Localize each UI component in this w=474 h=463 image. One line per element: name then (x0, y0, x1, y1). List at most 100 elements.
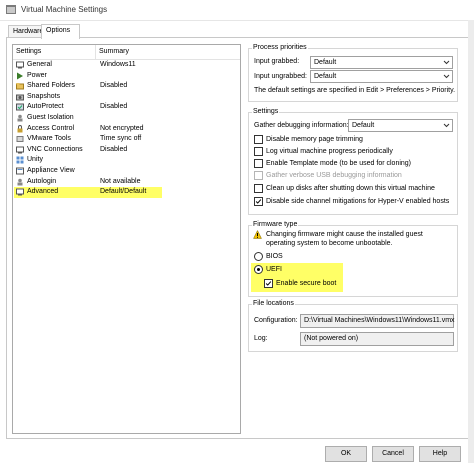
list-item-appliance-view[interactable]: Appliance View (14, 166, 239, 177)
uefi-radio[interactable] (254, 265, 263, 274)
list-item-label: VMware Tools (27, 135, 71, 143)
clean-up-disks-label: Clean up disks after shutting down this … (266, 185, 435, 192)
list-item-summary: Disabled (100, 103, 128, 111)
file-locations-legend: File locations (252, 300, 295, 307)
log-progress-label: Log virtual machine progress periodicall… (266, 148, 393, 155)
column-settings[interactable]: Settings (16, 48, 41, 55)
uefi-label: UEFI (266, 266, 282, 273)
list-item-label: Access Control (27, 124, 75, 132)
list-header: Settings Summary (13, 45, 240, 60)
list-item-label: Shared Folders (27, 82, 75, 90)
appliance-view-icon (16, 167, 24, 175)
firmware-warning-text: Changing firmware might cause the instal… (266, 231, 423, 247)
list-item-general[interactable]: General Windows11 (14, 60, 239, 71)
clean-up-disks-checkbox[interactable] (254, 184, 263, 193)
list-item-summary: Windows11 (100, 61, 136, 68)
disable-memory-trimming-checkbox[interactable] (254, 135, 263, 144)
checkmark-icon (265, 281, 272, 286)
list-item-label: Power (27, 71, 47, 79)
verbose-usb-checkbox (254, 171, 263, 180)
chevron-down-icon[interactable] (441, 57, 452, 68)
input-grabbed-value: Default (314, 59, 337, 66)
list-item-advanced[interactable]: Advanced Default/Default (14, 187, 162, 198)
log-progress-checkbox[interactable] (254, 147, 263, 156)
process-priorities-legend: Process priorities (252, 44, 308, 51)
list-item-summary: Disabled (100, 82, 128, 90)
template-mode-checkbox[interactable] (254, 159, 263, 168)
list-item-vmware-tools[interactable]: VMware Tools Time sync off (14, 134, 239, 145)
settings-legend: Settings (252, 108, 280, 115)
tab-options[interactable]: Options (41, 24, 80, 39)
help-button[interactable]: Help (419, 446, 461, 462)
vnc-icon (16, 146, 24, 154)
unity-icon (16, 156, 24, 164)
autologin-icon (17, 178, 23, 186)
list-item-label: AutoProtect (27, 103, 64, 111)
priority-note: The default settings are specified in Ed… (254, 87, 456, 94)
list-item-label: Guest Isolation (27, 114, 74, 121)
side-channel-checkbox[interactable] (254, 197, 263, 206)
list-item-autologin[interactable]: Autologin Not available (14, 177, 239, 188)
verbose-usb-label: Gather verbose USB debugging information (266, 172, 402, 179)
list-item-snapshots[interactable]: Snapshots (14, 92, 239, 103)
log-path-field[interactable]: (Not powered on) (300, 332, 454, 346)
list-item-label: Appliance View (27, 167, 75, 174)
secure-boot-label: Enable secure boot (276, 280, 337, 287)
list-item-label: Snapshots (27, 92, 61, 100)
bios-radio[interactable] (254, 252, 263, 261)
shared-folders-icon (16, 83, 24, 90)
page-scrollbar[interactable] (468, 20, 474, 463)
disable-memory-trimming-label: Disable memory page trimming (266, 136, 363, 143)
list-item-guest-isolation[interactable]: Guest Isolation (14, 113, 239, 124)
log-label: Log: (254, 335, 268, 342)
list-item-autoprotect[interactable]: AutoProtect Disabled (14, 102, 239, 113)
input-ungrabbed-select[interactable]: Default (310, 70, 453, 83)
guest-isolation-icon (17, 114, 23, 122)
input-grabbed-label: Input grabbed: (254, 58, 300, 65)
advanced-icon (16, 188, 24, 196)
warning-icon (253, 230, 262, 239)
list-item-summary: Time sync off (100, 135, 142, 143)
log-path-value: (Not powered on) (304, 335, 359, 342)
input-ungrabbed-label: Input ungrabbed: (254, 73, 307, 80)
input-ungrabbed-value: Default (314, 73, 337, 80)
input-grabbed-select[interactable]: Default (310, 56, 453, 69)
list-item-vnc-connections[interactable]: VNC Connections Disabled (14, 145, 239, 156)
vmware-app-icon (6, 5, 16, 14)
power-play-icon (17, 72, 23, 80)
list-item-summary: Not encrypted (100, 124, 144, 132)
configuration-label: Configuration: (254, 317, 298, 324)
configuration-path-value: D:\Virtual Machines\Windows11\Windows11.… (304, 317, 455, 324)
list-item-label: Unity (27, 156, 43, 164)
firmware-legend: Firmware type (252, 221, 299, 228)
list-item-unity[interactable]: Unity (14, 155, 239, 166)
autoprotect-icon (16, 103, 24, 111)
general-icon (16, 61, 24, 69)
gather-debug-value: Default (352, 122, 375, 129)
gather-debug-label: Gather debugging information: (254, 122, 349, 129)
list-item-shared-folders[interactable]: Shared Folders Disabled (14, 81, 239, 92)
list-item-label: Autologin (27, 177, 57, 185)
configuration-path-field[interactable]: D:\Virtual Machines\Windows11\Windows11.… (300, 314, 455, 328)
list-item-label: VNC Connections (27, 145, 83, 153)
bios-label: BIOS (266, 253, 283, 260)
list-item-summary: Default/Default (100, 188, 147, 196)
side-channel-label: Disable side channel mitigations for Hyp… (266, 198, 450, 205)
cancel-button[interactable]: Cancel (372, 446, 414, 462)
window-title: Virtual Machine Settings (21, 5, 108, 14)
secure-boot-checkbox[interactable] (264, 279, 273, 288)
template-mode-label: Enable Template mode (to be used for clo… (266, 160, 412, 167)
settings-list[interactable]: Settings Summary General Windows11 Power… (12, 44, 241, 434)
snapshots-icon (16, 94, 24, 101)
column-summary[interactable]: Summary (99, 48, 129, 55)
list-item-access-control[interactable]: Access Control Not encrypted (14, 124, 239, 135)
vmware-tools-icon (16, 136, 24, 143)
list-item-label: Advanced (27, 188, 59, 196)
list-item-summary: Disabled (100, 145, 128, 153)
chevron-down-icon[interactable] (441, 120, 452, 131)
list-item-power[interactable]: Power (14, 71, 239, 82)
gather-debug-select[interactable]: Default (348, 119, 453, 132)
chevron-down-icon[interactable] (441, 71, 452, 82)
list-item-label: General (27, 61, 52, 68)
ok-button[interactable]: OK (325, 446, 367, 462)
